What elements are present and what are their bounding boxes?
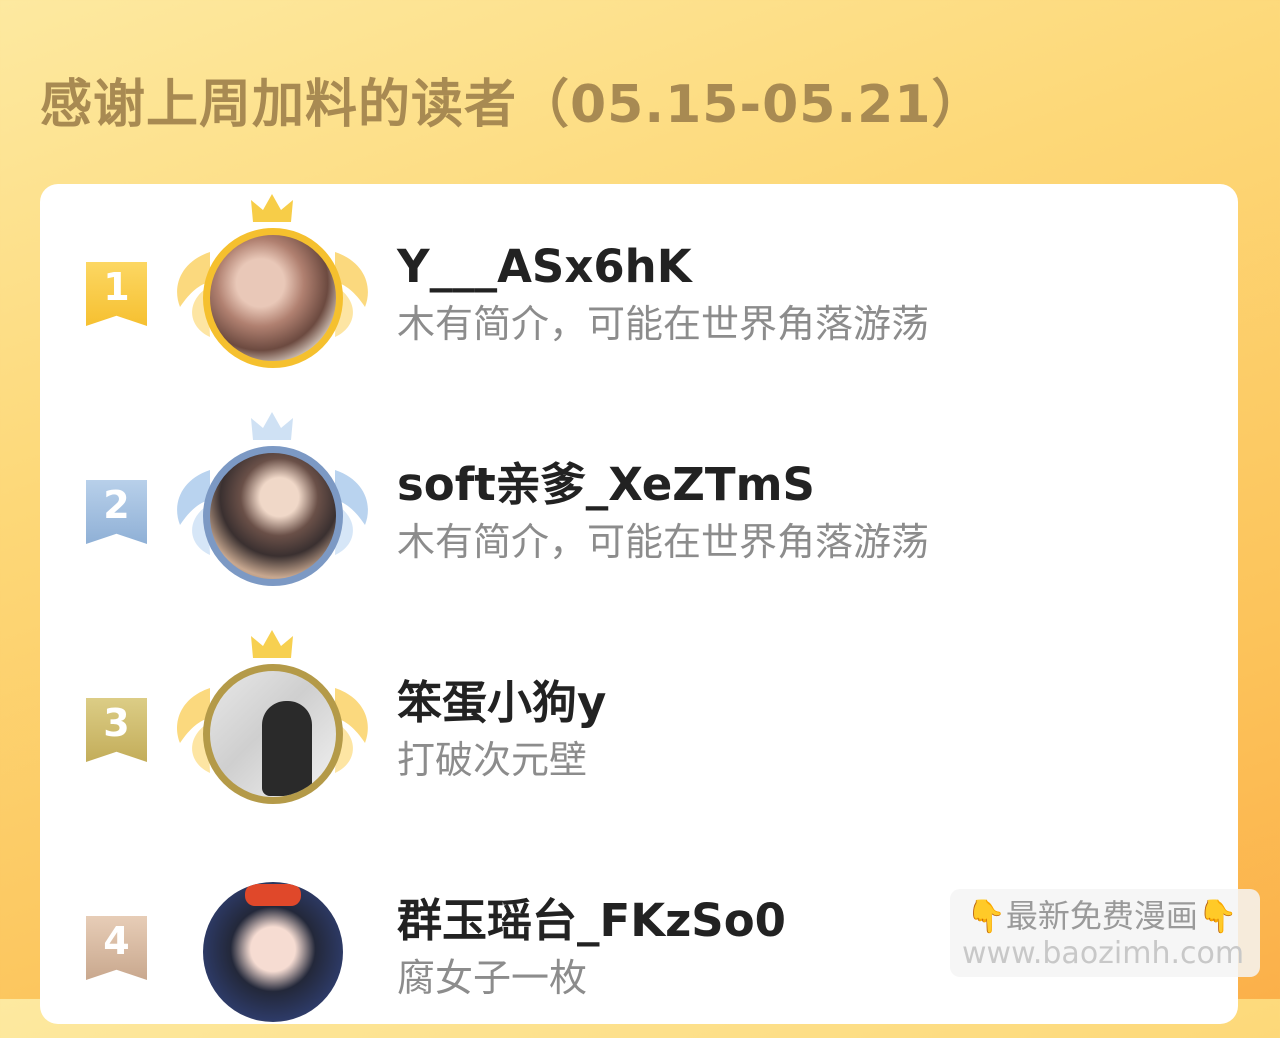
avatar-figure: [262, 701, 312, 796]
avatar-bow: [245, 884, 301, 906]
rank-ribbon-badge: 4: [86, 916, 147, 980]
crown-icon: [251, 412, 293, 440]
avatar-frame: [170, 410, 375, 600]
rank-ribbon-badge: 3: [86, 698, 147, 762]
reader-row[interactable]: 2 soft亲爹_XeZTmS 木有简介，可能在世界角落游荡: [40, 402, 1238, 602]
reader-bio: 打破次元壁: [397, 738, 588, 782]
crown-icon: [251, 630, 293, 658]
reader-row[interactable]: 1 Y___ASx6hK 木有简介，可能在世界角落游荡: [40, 184, 1238, 384]
avatar[interactable]: [203, 664, 343, 804]
reader-name[interactable]: 笨蛋小狗y: [397, 680, 606, 725]
reader-bio: 木有简介，可能在世界角落游荡: [397, 520, 930, 564]
crown-icon: [251, 194, 293, 222]
avatar[interactable]: [203, 228, 343, 368]
avatar[interactable]: [203, 446, 343, 586]
avatar-frame: [170, 846, 375, 1036]
reader-bio: 木有简介，可能在世界角落游荡: [397, 302, 930, 346]
reader-name[interactable]: Y___ASx6hK: [397, 244, 692, 289]
rank-ribbon-badge: 2: [86, 480, 147, 544]
page-title: 感谢上周加料的读者（05.15-05.21）: [40, 75, 985, 135]
pointing-down-hand-icon: 👇: [1197, 897, 1238, 935]
watermark[interactable]: 👇最新免费漫画👇 www.baozimh.com: [950, 889, 1260, 977]
avatar[interactable]: [203, 882, 343, 1022]
avatar-frame: [170, 628, 375, 818]
reader-row[interactable]: 3 笨蛋小狗y 打破次元壁: [40, 620, 1238, 820]
rank-ribbon-badge: 1: [86, 262, 147, 326]
watermark-title: 👇最新免费漫画👇: [966, 897, 1238, 935]
reader-name[interactable]: 群玉瑶台_FKzSo0: [397, 898, 786, 943]
pointing-down-hand-icon: 👇: [966, 897, 1006, 935]
reader-bio: 腐女子一枚: [397, 956, 588, 1000]
avatar-frame: [170, 192, 375, 382]
watermark-url[interactable]: www.baozimh.com: [962, 939, 1244, 969]
reader-name[interactable]: soft亲爹_XeZTmS: [397, 462, 815, 507]
